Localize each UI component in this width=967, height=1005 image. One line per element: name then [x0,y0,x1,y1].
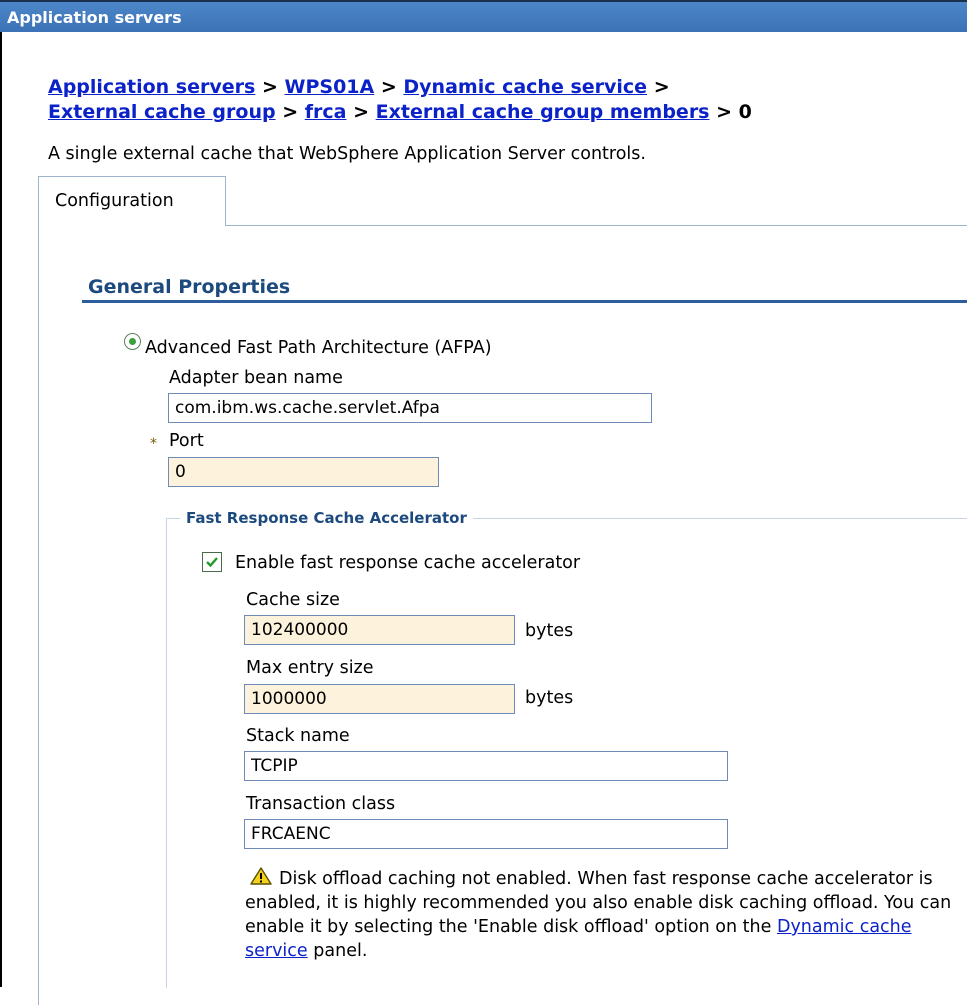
warning-tail: panel. [313,941,368,961]
stack-name-label: Stack name [246,726,350,746]
afpa-label: Advanced Fast Path Architecture (AFPA) [145,338,492,358]
adapter-bean-name-field[interactable] [168,393,652,423]
general-properties-title: General Properties [88,276,291,298]
breadcrumb-separator: > [380,76,397,98]
transaction-class-field[interactable] [244,819,728,849]
title-bar-text: Application servers [7,8,182,27]
breadcrumb-link-external-cache-group[interactable]: External cache group [48,101,276,123]
transaction-class-label: Transaction class [246,794,396,814]
port-label: Port [169,431,204,451]
section-divider [82,300,967,303]
stack-name-field[interactable] [244,751,728,781]
breadcrumb-current: 0 [738,101,752,123]
enable-frca-checkbox[interactable] [202,552,222,572]
breadcrumb-link-application-servers[interactable]: Application servers [48,76,255,98]
fieldset-border-left [166,518,167,988]
title-bar: Application servers [0,0,967,32]
breadcrumb: Application servers > WPS01A > Dynamic c… [48,75,958,125]
breadcrumb-link-external-cache-group-members[interactable]: External cache group members [376,101,710,123]
afpa-radio[interactable] [124,333,141,350]
port-field[interactable] [168,457,439,487]
breadcrumb-link-wps01a[interactable]: WPS01A [285,76,375,98]
breadcrumb-separator: > [716,101,733,123]
breadcrumb-link-dynamic-cache-service[interactable]: Dynamic cache service [403,76,647,98]
cache-size-field[interactable] [244,615,515,645]
required-icon: * [150,436,157,452]
breadcrumb-separator: > [353,101,370,123]
breadcrumb-link-frca[interactable]: frca [305,101,347,123]
max-entry-size-field[interactable] [244,684,515,714]
checkmark-icon [206,557,218,568]
adapter-bean-name-label: Adapter bean name [169,368,343,388]
breadcrumb-separator: > [282,101,299,123]
breadcrumb-separator: > [261,76,278,98]
cache-size-label: Cache size [246,590,340,610]
tab-configuration-label: Configuration [55,191,174,211]
page-description: A single external cache that WebSphere A… [48,144,646,164]
tab-configuration[interactable]: Configuration [38,176,226,226]
cache-size-unit: bytes [525,621,574,641]
max-entry-size-unit: bytes [525,688,574,708]
disk-offload-warning: Disk offload caching not enabled. When f… [245,867,967,963]
breadcrumb-separator: > [653,76,670,98]
enable-frca-label: Enable fast response cache accelerator [235,553,581,573]
frca-legend: Fast Response Cache Accelerator [180,509,473,527]
max-entry-size-label: Max entry size [246,658,374,678]
